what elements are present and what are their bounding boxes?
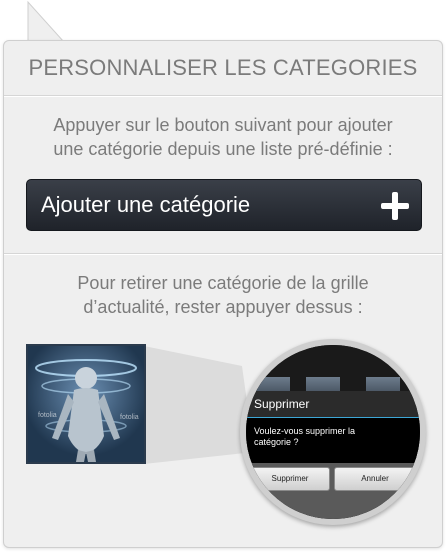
- categories-help-panel: PERSONNALISER LES CATEGORIES Appuyer sur…: [3, 40, 443, 548]
- add-instruction-line: Appuyer sur le bouton suivant pour ajout…: [53, 115, 393, 135]
- dialog-title: Supprimer: [254, 397, 310, 411]
- add-instruction: Appuyer sur le bouton suivant pour ajout…: [4, 113, 442, 161]
- category-thumbnail[interactable]: fotolia fotolia: [26, 344, 146, 464]
- divider: [4, 253, 442, 255]
- thumbnail-watermark: fotolia: [38, 412, 57, 419]
- thumbnail-watermark: fotolia: [120, 414, 139, 421]
- remove-instruction-line: d’actualité, rester appuyer dessus :: [83, 297, 363, 317]
- grid-background: [246, 345, 420, 399]
- zoom-callout-shape: [144, 346, 254, 464]
- dialog-button-bar: Supprimer Annuler: [246, 463, 420, 519]
- dialog-delete-button[interactable]: Supprimer: [250, 467, 330, 491]
- delete-dialog-preview: Supprimer Voulez-vous supprimer la catég…: [246, 345, 420, 519]
- dialog-message: Voulez-vous supprimer la catégorie ?: [254, 426, 356, 447]
- remove-instruction: Pour retirer une catégorie de la grille …: [4, 271, 442, 319]
- add-category-button[interactable]: Ajouter une catégorie: [26, 179, 422, 231]
- dialog-body: Voulez-vous supprimer la catégorie ?: [246, 418, 420, 463]
- add-category-label: Ajouter une catégorie: [41, 192, 251, 217]
- remove-instruction-line: Pour retirer une catégorie de la grille: [77, 273, 369, 293]
- delete-dialog: Supprimer Voulez-vous supprimer la catég…: [246, 391, 420, 519]
- magnifier-lens-frame: Supprimer Voulez-vous supprimer la catég…: [240, 339, 426, 525]
- dialog-cancel-button[interactable]: Annuler: [334, 467, 416, 491]
- divider: [4, 95, 442, 97]
- panel-title: PERSONNALISER LES CATEGORIES: [28, 55, 418, 80]
- add-instruction-line: une catégorie depuis une liste pré-défin…: [53, 139, 393, 159]
- plus-icon: [381, 192, 409, 220]
- body-scan-image: [35, 359, 137, 462]
